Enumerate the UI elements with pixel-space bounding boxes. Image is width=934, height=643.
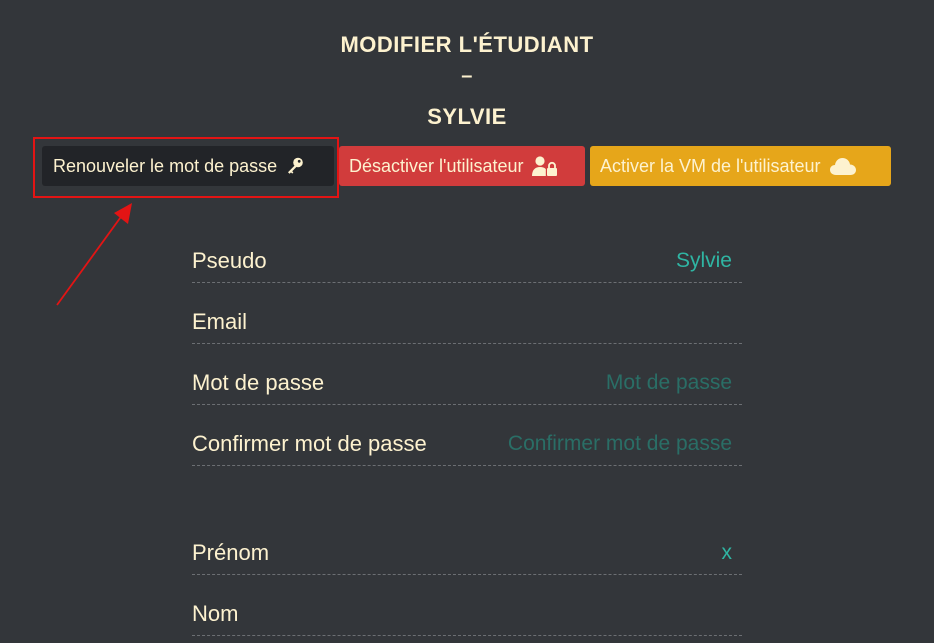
edit-student-page: MODIFIER L'ÉTUDIANT – SYLVIE Renouveler …	[0, 0, 934, 643]
confirm-password-label: Confirmer mot de passe	[192, 430, 427, 456]
first-name-field-row: Prénom	[192, 531, 742, 575]
email-input[interactable]	[472, 309, 742, 334]
activate-vm-button[interactable]: Activer la VM de l'utilisateur	[590, 146, 891, 186]
page-title: MODIFIER L'ÉTUDIANT	[340, 32, 594, 57]
key-icon	[288, 157, 303, 174]
disable-user-button[interactable]: Désactiver l'utilisateur	[339, 146, 585, 186]
user-lock-icon	[531, 156, 557, 176]
password-label: Mot de passe	[192, 369, 325, 395]
renew-password-label: Renouveler le mot de passe	[53, 155, 278, 176]
confirm-password-field-row: Confirmer mot de passe	[192, 422, 742, 466]
first-name-label: Prénom	[192, 539, 270, 565]
renew-password-button[interactable]: Renouveler le mot de passe	[42, 146, 334, 186]
password-input[interactable]	[472, 370, 742, 395]
pseudo-label: Pseudo	[192, 247, 267, 273]
disable-user-label: Désactiver l'utilisateur	[349, 155, 524, 176]
confirm-password-input[interactable]	[472, 431, 742, 456]
email-label: Email	[192, 308, 248, 334]
first-name-input[interactable]	[472, 540, 742, 565]
cloud-icon	[829, 158, 856, 175]
pseudo-field-row: Pseudo	[192, 239, 742, 283]
password-field-row: Mot de passe	[192, 361, 742, 405]
email-field-row: Email	[192, 300, 742, 344]
last-name-field-row: Nom	[192, 592, 742, 636]
last-name-input[interactable]	[472, 601, 742, 626]
student-name-heading: SYLVIE	[427, 104, 507, 129]
last-name-label: Nom	[192, 600, 239, 626]
title-separator: –	[461, 65, 473, 87]
activate-vm-label: Activer la VM de l'utilisateur	[600, 155, 821, 176]
pseudo-input[interactable]	[472, 248, 742, 273]
